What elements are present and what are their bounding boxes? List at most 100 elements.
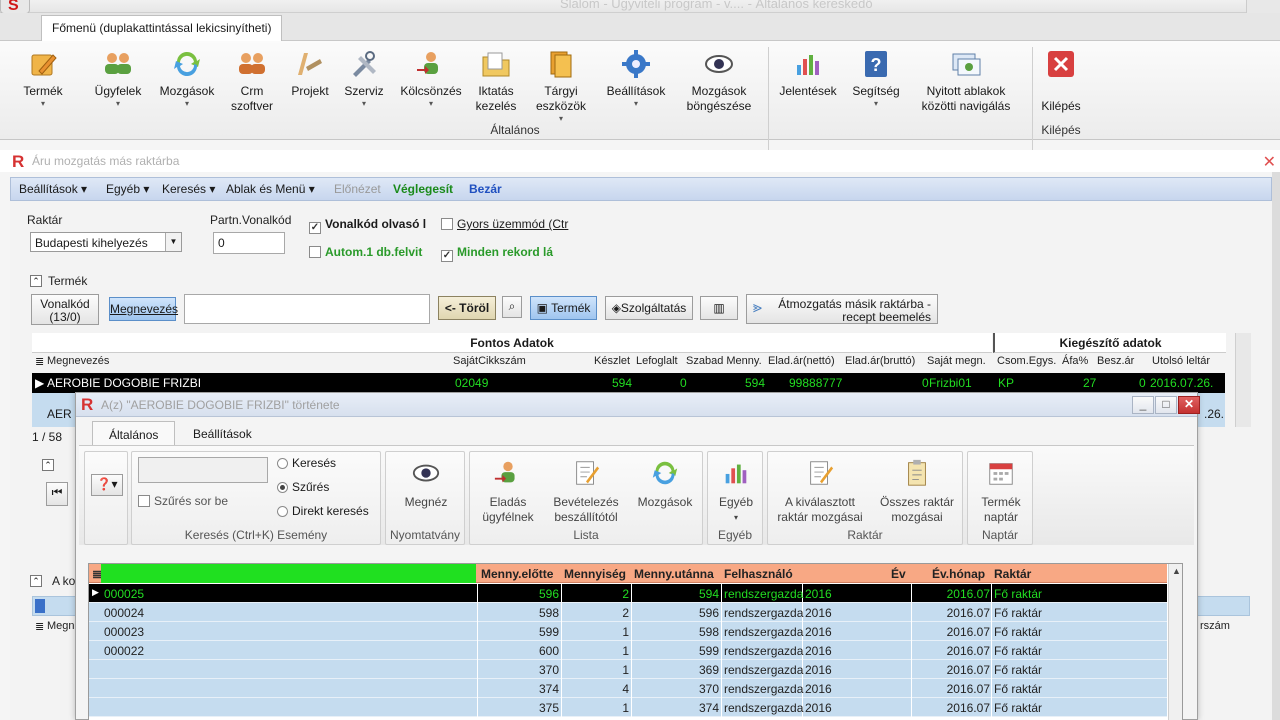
col-qty[interactable]: Mennyiség <box>564 567 626 581</box>
menu-preview[interactable]: Előnézet <box>334 182 381 196</box>
name-mode-button[interactable]: Megnevezés <box>109 297 178 321</box>
window-scrollbar[interactable] <box>1272 172 1280 720</box>
view-button[interactable]: Megnéz <box>386 458 466 510</box>
menu-settings[interactable]: Beállítások ▾ <box>19 182 87 196</box>
menu-close[interactable]: Bezár <box>469 182 502 196</box>
col-qty-after[interactable]: Menny.utánna <box>634 567 714 581</box>
radio-filter[interactable]: Szűrés <box>277 480 329 494</box>
col-last-inventory[interactable]: Utolsó leltár <box>1152 355 1210 367</box>
col-id[interactable] <box>101 564 476 583</box>
move-recipe-button[interactable]: ⪢ Átmozgatás másik raktárba - recept beem… <box>746 294 938 324</box>
purchase-button[interactable]: Bevételezés beszállítótól <box>546 458 626 525</box>
ribbon-project-button[interactable]: Projekt <box>286 49 334 99</box>
table-row[interactable]: 375 1 374 rendszergazda 2016 2016.07 Fő raktár <box>89 698 1167 717</box>
dialog-grid-scrollbar[interactable]: ▲ <box>1168 564 1182 720</box>
ribbon-help-button[interactable]: ? Segítség ▾ <box>848 49 904 108</box>
tab-general[interactable]: Általános <box>92 421 176 445</box>
ribbon-settings-button[interactable]: Beállítások ▾ <box>604 49 668 108</box>
filter-row-checkbox[interactable]: Szűrés sor be <box>138 494 228 508</box>
col-net-price[interactable]: Elad.ár(nettó) <box>768 355 835 367</box>
col-own-name[interactable]: Saját megn. <box>927 355 986 367</box>
ribbon-exit-button[interactable]: Kilépés <box>1038 49 1084 114</box>
col-vat[interactable]: Áfa% <box>1062 355 1088 367</box>
close-icon[interactable]: ✕ <box>1178 396 1200 414</box>
col-year-month[interactable]: Év.hónap <box>932 567 985 581</box>
ribbon-browse-movements-button[interactable]: Mozgások böngészése <box>680 49 758 114</box>
grid-menu-icon[interactable]: ≣ <box>35 355 44 368</box>
delete-search-button[interactable]: <- Töröl <box>438 296 496 320</box>
ribbon-service-button[interactable]: Szerviz ▾ <box>340 49 388 108</box>
ribbon-movements-button[interactable]: Mozgások ▾ <box>155 49 219 108</box>
table-row[interactable]: 000023 599 1 598 rendszergazda 2016 2016.07 Fő … <box>89 622 1167 641</box>
table-row[interactable]: 000022 600 1 599 rendszergazda 2016 2016.07 Fő … <box>89 641 1167 660</box>
warehouse-select[interactable]: Budapesti kihelyezés ▼ <box>30 232 182 252</box>
table-row[interactable]: ▶ AEROBIE DOGOBIE FRIZBI 02049 594 0 594… <box>32 373 1225 393</box>
ribbon-crm-button[interactable]: Crm szoftver <box>226 49 278 114</box>
menu-finalize[interactable]: Véglegesít <box>393 182 453 196</box>
product-search-input[interactable] <box>184 294 430 324</box>
lower-col-right[interactable]: rszám <box>1200 620 1230 632</box>
service-filter-button[interactable]: ◈Szolgáltatás <box>605 296 693 320</box>
product-filter-button[interactable]: ▣ Termék <box>530 296 597 320</box>
tab-settings[interactable]: Beállítások <box>177 421 268 445</box>
table-row[interactable]: 000024 598 2 596 rendszergazda 2016 2016.07 Fő … <box>89 603 1167 622</box>
menu-window[interactable]: Ablak és Menü ▾ <box>226 182 315 196</box>
collapse-icon[interactable]: ⌃ <box>30 575 42 587</box>
movements-button[interactable]: Mozgások <box>628 458 702 510</box>
maximize-icon[interactable]: □ <box>1155 396 1177 414</box>
dialog-search-input[interactable] <box>138 457 268 483</box>
col-gross-price[interactable]: Elad.ár(bruttó) <box>845 355 915 367</box>
col-pack-unit[interactable]: Csom.Egys. <box>997 355 1056 367</box>
all-wh-button[interactable]: Összes raktár mozgásai <box>872 458 962 525</box>
search-icon[interactable]: ⌕ <box>502 296 522 318</box>
tab-main-menu[interactable]: Főmenü (duplakattintással lekicsinyíthet… <box>41 15 283 42</box>
table-row[interactable]: ▶ 000025 596 2 594 rendszergazda 2016 2016.07 Fő… <box>89 584 1167 603</box>
col-qty-before[interactable]: Menny.előtte <box>481 567 553 581</box>
grid-menu-icon[interactable]: ≣ <box>35 620 44 633</box>
product-calendar-button[interactable]: Termék naptár <box>968 458 1034 525</box>
first-record-button[interactable]: ⏮ <box>46 482 68 506</box>
radio-direct[interactable]: Direkt keresés <box>277 504 369 518</box>
menu-other[interactable]: Egyéb ▾ <box>106 182 149 196</box>
col-warehouse[interactable]: Raktár <box>994 567 1031 581</box>
fast-mode-checkbox[interactable]: Gyors üzemmód (Ctr <box>441 217 568 231</box>
help-icon[interactable]: ❓▾ <box>91 474 123 496</box>
radio-search[interactable]: Keresés <box>277 456 336 470</box>
ribbon-product-button[interactable]: Termék ▾ <box>12 49 74 108</box>
ribbon-reports-button[interactable]: Jelentések <box>776 49 840 99</box>
collapse-icon[interactable]: ⌃ <box>42 459 54 471</box>
ribbon-window-nav-button[interactable]: Nyitott ablakok közötti navigálás <box>908 49 1024 114</box>
all-records-checkbox[interactable]: ✓ Minden rekord lá <box>441 245 553 262</box>
ribbon-assets-button[interactable]: Tárgyi eszközök ▾ <box>528 49 594 123</box>
partner-barcode-input[interactable]: 0 <box>213 232 285 254</box>
col-stock[interactable]: Készlet <box>594 355 630 367</box>
col-name[interactable]: Megnevezés <box>47 355 109 367</box>
barcode-mode-button[interactable]: Vonalkód (13/0) <box>31 294 99 325</box>
ribbon-filing-button[interactable]: Iktatás kezelés <box>470 49 522 114</box>
app-logo[interactable]: S <box>0 0 30 14</box>
col-year[interactable]: Év <box>891 567 906 581</box>
other-button[interactable]: Egyéb ▾ <box>708 458 764 525</box>
ribbon-rental-button[interactable]: Kölcsönzés ▾ <box>398 49 464 108</box>
table-row[interactable]: 370 1 369 rendszergazda 2016 2016.07 Fő raktár <box>89 660 1167 679</box>
lower-col-name[interactable]: Megn <box>47 620 75 632</box>
ribbon-customers-button[interactable]: Ügyfelek ▾ <box>88 49 148 108</box>
col-user[interactable]: Felhasználó <box>724 567 793 581</box>
selected-wh-button[interactable]: A kiválasztott raktár mozgásai <box>770 458 870 525</box>
table-row[interactable]: 374 4 370 rendszergazda 2016 2016.07 Fő raktár <box>89 679 1167 698</box>
collapse-icon[interactable]: ⌃ <box>30 275 42 287</box>
col-free-qty[interactable]: Szabad Menny. <box>686 355 762 367</box>
sale-customer-button[interactable]: Eladás ügyfélnek <box>472 458 544 525</box>
close-icon[interactable]: ✕ <box>1263 152 1276 172</box>
col-own-code[interactable]: SajátCikkszám <box>453 355 526 367</box>
grid-scrollbar[interactable] <box>1235 333 1251 427</box>
barcode-icon[interactable]: ▥ <box>700 296 738 320</box>
col-reserved[interactable]: Lefoglalt <box>636 355 678 367</box>
barcode-reader-checkbox[interactable]: ✓ Vonalkód olvasó l <box>309 217 426 234</box>
scroll-up-icon[interactable]: ▲ <box>1172 566 1181 576</box>
minimize-icon[interactable]: _ <box>1132 396 1154 414</box>
menu-search[interactable]: Keresés ▾ <box>162 182 215 196</box>
col-buy-price[interactable]: Besz.ár <box>1097 355 1134 367</box>
auto-one-checkbox[interactable]: Autom.1 db.felvit <box>309 245 422 259</box>
window-controls[interactable] <box>1246 0 1280 13</box>
